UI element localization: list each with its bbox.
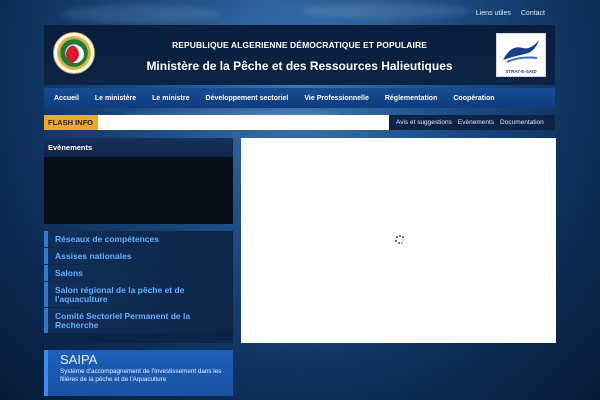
loading-spinner-icon — [395, 235, 404, 244]
flash-info-bar: FLASH INFO Avis et suggestions Evènement… — [44, 115, 555, 130]
main-content-area — [241, 138, 556, 343]
nav-regulation[interactable]: Réglementation — [385, 95, 438, 102]
wave-logo-icon — [503, 40, 539, 63]
nav-development[interactable]: Développement sectoriel — [206, 95, 289, 102]
link-research-committee[interactable]: Comité Sectoriel Permanent de la Recherc… — [44, 308, 233, 333]
suggestions-link[interactable]: Avis et suggestions — [396, 119, 452, 126]
nav-professional-life[interactable]: Vie Professionnelle — [304, 95, 368, 102]
saipa-title: SAIPA — [60, 352, 98, 367]
events-title: Evènements — [44, 138, 233, 157]
side-links: Réseaux de compétences Assises nationale… — [44, 231, 233, 343]
main-nav: Accueil Le ministère Le ministre Dévelop… — [44, 88, 555, 108]
nav-ministry[interactable]: Le ministère — [95, 95, 136, 102]
events-panel: Evènements — [44, 138, 233, 224]
saipa-banner[interactable]: SAIPA Système d'accompagnement de l'Inve… — [44, 350, 233, 396]
header-republic-title: REPUBLIQUE ALGERIENNE DÉMOCRATIQUE ET PO… — [172, 40, 427, 50]
flash-links: Avis et suggestions Evènements Documenta… — [389, 115, 555, 130]
nav-minister[interactable]: Le ministre — [152, 95, 189, 102]
link-competence-networks[interactable]: Réseaux de compétences — [44, 231, 233, 247]
strategy-logo-label: STRAT-E-SAID — [505, 69, 537, 74]
link-national-assizes[interactable]: Assises nationales — [44, 248, 233, 264]
flash-info-label: FLASH INFO — [44, 115, 98, 130]
events-link[interactable]: Evènements — [458, 119, 494, 126]
nav-home[interactable]: Accueil — [54, 95, 79, 102]
documentation-link[interactable]: Documentation — [500, 119, 544, 126]
site-header: REPUBLIQUE ALGERIENNE DÉMOCRATIQUE ET PO… — [44, 25, 555, 85]
strategy-logo[interactable]: STRAT-E-SAID — [496, 33, 546, 77]
nav-cooperation[interactable]: Coopération — [453, 95, 494, 102]
top-links: Liens utiles Contact — [476, 10, 545, 17]
link-salons[interactable]: Salons — [44, 265, 233, 281]
water-highlight — [60, 5, 220, 23]
header-ministry-title: Ministère de la Pêche et des Ressources … — [146, 59, 453, 73]
water-highlight — [300, 3, 470, 19]
flash-info-ticker[interactable] — [98, 115, 389, 130]
useful-links-link[interactable]: Liens utiles — [476, 10, 511, 17]
contact-link[interactable]: Contact — [521, 10, 545, 17]
link-regional-fishing-salon[interactable]: Salon régional de la pêche et de l'aquac… — [44, 282, 233, 307]
saipa-description: Système d'accompagnement de l'Investisse… — [60, 368, 222, 383]
